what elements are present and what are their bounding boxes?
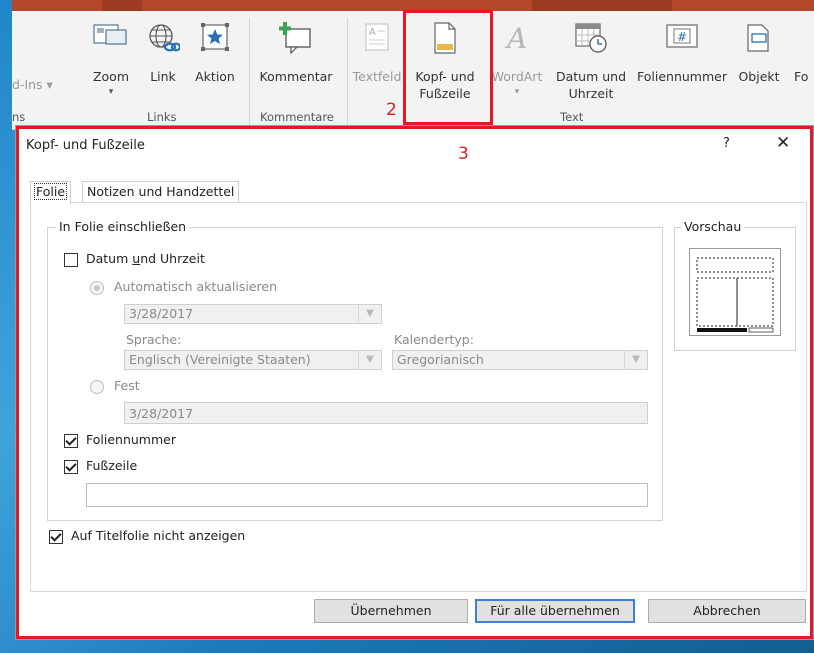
link-label: Link: [150, 69, 176, 84]
ribbon-separator: [347, 18, 348, 126]
wordart-dropdown-icon: ▾: [514, 87, 520, 97]
group-label-text: Text: [560, 110, 584, 124]
object-button[interactable]: Objekt: [732, 22, 786, 102]
slide-number-label: Foliennummer: [637, 69, 727, 84]
slide-number-icon: #: [666, 24, 698, 48]
highlight-box-step3: [16, 126, 813, 639]
group-label-comments: Kommentare: [260, 110, 334, 124]
textbox-button[interactable]: A Textfeld: [352, 22, 402, 102]
object-label: Objekt: [738, 69, 780, 84]
ribbon-overflow-button[interactable]: Fo: [794, 68, 814, 85]
object-icon: [747, 24, 769, 52]
comment-label: Kommentar: [259, 69, 333, 84]
annotation-number-2: 2: [386, 100, 397, 120]
addins-button[interactable]: d-Ins ▾: [12, 76, 53, 93]
ribbon-separator: [249, 18, 250, 126]
textbox-icon: A: [365, 23, 389, 51]
tab-slide[interactable]: Folie: [30, 181, 72, 204]
action-button[interactable]: Aktion: [192, 22, 238, 102]
zoom-button[interactable]: Zoom ▾: [87, 22, 135, 102]
date-time-label-line1: Datum und: [555, 69, 627, 84]
globe-link-icon: [149, 24, 180, 52]
new-comment-icon: [279, 22, 311, 54]
zoom-dropdown-icon: ▾: [108, 87, 114, 97]
group-label-addins: ns: [12, 110, 26, 124]
wordart-icon: A: [504, 22, 527, 54]
textbox-label: Textfeld: [352, 69, 402, 84]
tab-slide-label: Folie: [33, 183, 68, 200]
date-time-label-line2: Uhrzeit: [568, 86, 614, 101]
star-action-icon: [201, 23, 229, 51]
calendar-clock-icon: [575, 23, 607, 53]
ribbon-overflow-label: Fo: [794, 69, 809, 84]
svg-text:#: #: [677, 30, 687, 44]
addins-label: d-Ins: [12, 77, 43, 92]
date-time-button[interactable]: Datum und Uhrzeit: [550, 22, 632, 102]
action-label: Aktion: [195, 69, 235, 84]
highlight-box-step2: [403, 10, 493, 125]
wordart-label: WordArt: [491, 69, 543, 84]
wordart-button[interactable]: A WordArt ▾: [490, 22, 544, 102]
svg-text:A: A: [504, 22, 527, 54]
zoom-label: Zoom: [92, 69, 130, 84]
slide-number-button[interactable]: # Foliennummer: [636, 22, 728, 102]
zoom-icon: [93, 24, 127, 45]
group-label-links: Links: [147, 110, 177, 124]
svg-text:A: A: [369, 27, 376, 38]
comment-button[interactable]: Kommentar: [255, 22, 337, 102]
link-button[interactable]: Link: [142, 22, 184, 102]
